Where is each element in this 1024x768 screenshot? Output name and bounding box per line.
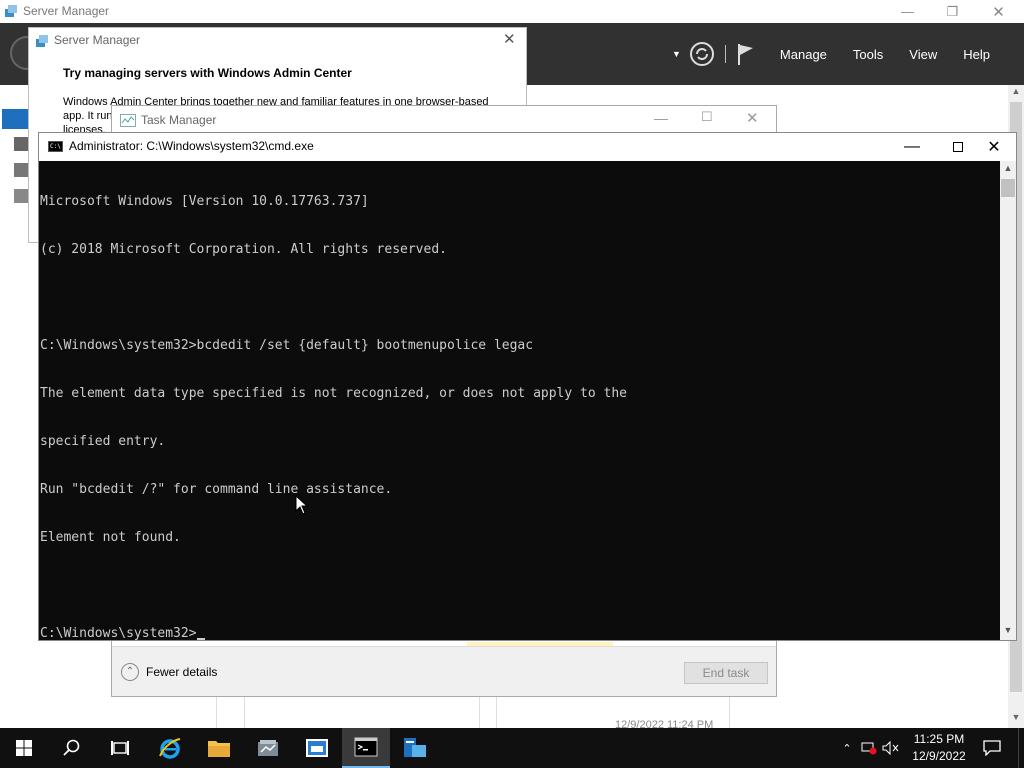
internet-explorer-icon — [159, 738, 181, 759]
popup-close-icon[interactable]: ✕ — [503, 30, 516, 48]
windows-logo-icon — [16, 740, 32, 756]
action-center-button[interactable] — [980, 728, 1004, 768]
console-line: specified entry. — [40, 434, 166, 449]
server-manager-title: Server Manager — [23, 4, 110, 18]
console-line: Run "bcdedit /?" for command line assist… — [40, 482, 393, 497]
fewer-details-link[interactable]: Fewer details — [146, 665, 217, 679]
cmd-vertical-scrollbar[interactable]: ▲ ▼ — [1000, 161, 1016, 640]
clock-date: 12/9/2022 — [912, 749, 966, 763]
popup-title: Server Manager — [54, 33, 141, 47]
task-manager-footer: ⌃ Fewer details End task — [112, 646, 776, 696]
scroll-up-arrow-icon[interactable]: ▲ — [1008, 86, 1024, 100]
scroll-down-arrow-icon[interactable]: ▼ — [1000, 625, 1016, 635]
search-icon — [63, 739, 80, 756]
chevron-up-icon[interactable]: ⌃ — [121, 663, 139, 681]
console-line: Element not found. — [40, 530, 181, 545]
tm-close-icon[interactable]: ✕ — [746, 109, 759, 127]
scroll-down-arrow-icon[interactable]: ▼ — [1008, 712, 1024, 726]
dropdown-arrow-icon[interactable]: ▼ — [672, 49, 681, 59]
start-button[interactable] — [0, 728, 48, 768]
console-prompt: C:\Windows\system32> — [40, 626, 197, 640]
system-tray: ⌃ — [836, 728, 902, 768]
popup-heading: Try managing servers with Windows Admin … — [63, 66, 352, 80]
cmd-titlebar[interactable]: C:\ Administrator: C:\Windows\system32\c… — [39, 133, 1016, 161]
sm-close-button[interactable]: ✕ — [976, 0, 1021, 23]
folder-icon — [208, 741, 230, 757]
task-manager-taskbar-button[interactable] — [293, 728, 341, 768]
task-manager-icon — [120, 114, 136, 127]
cmd-taskbar-button[interactable] — [342, 728, 390, 768]
server-manager-titlebar[interactable]: Server Manager — ❐ ✕ — [0, 0, 1024, 23]
console-prompt-line[interactable]: C:\Windows\system32> — [40, 626, 1000, 640]
mouse-pointer-icon — [295, 495, 309, 515]
task-manager-app-icon — [306, 739, 328, 757]
tm-maximize-icon[interactable]: ☐ — [701, 109, 713, 125]
console-line: The element data type specified is not r… — [40, 386, 627, 401]
search-button[interactable] — [48, 728, 96, 768]
cmd-console[interactable]: Microsoft Windows [Version 10.0.17763.73… — [39, 161, 1000, 640]
notification-icon — [983, 740, 1001, 756]
text-cursor — [196, 638, 205, 640]
server-manager-nav — [0, 105, 30, 245]
nav-dashboard-icon[interactable] — [2, 109, 30, 129]
menu-view[interactable]: View — [909, 47, 937, 62]
task-manager-title: Task Manager — [141, 113, 217, 127]
console-line: (c) 2018 Microsoft Corporation. All righ… — [40, 242, 447, 257]
server-manager-icon — [36, 35, 48, 47]
show-desktop-button[interactable] — [1018, 728, 1024, 768]
task-view-icon — [111, 741, 129, 755]
network-error-icon[interactable] — [858, 728, 880, 768]
console-line: Microsoft Windows [Version 10.0.17763.73… — [40, 194, 369, 209]
file-explorer-taskbar-button[interactable] — [195, 728, 243, 768]
menu-help[interactable]: Help — [963, 47, 990, 62]
cmd-app-icon — [354, 737, 378, 757]
scroll-up-arrow-icon[interactable]: ▲ — [1000, 163, 1016, 173]
chevron-up-icon[interactable]: ⌃ — [836, 728, 858, 768]
tm-minimize-icon[interactable]: — — [654, 110, 668, 126]
cmd-minimize-button[interactable]: — — [889, 133, 935, 161]
server-manager-toolbar: ▼ Manage Tools View Help — [672, 38, 1000, 70]
menu-manage[interactable]: Manage — [780, 47, 827, 62]
cmd-icon: C:\ — [48, 141, 63, 152]
task-view-button[interactable] — [96, 728, 144, 768]
console-line: C:\Windows\system32>bcdedit /set {defaul… — [40, 338, 534, 353]
refresh-icon[interactable] — [689, 41, 715, 67]
cmd-window: C:\ Administrator: C:\Windows\system32\c… — [38, 132, 1017, 641]
sm-minimize-button[interactable]: — — [885, 0, 930, 23]
sm-restore-button[interactable]: ❐ — [930, 0, 975, 23]
server-manager-app-icon — [404, 738, 426, 757]
taskbar: ⌃ 11:25 PM 12/9/2022 — [0, 728, 1024, 768]
maximize-icon — [953, 142, 963, 152]
cmd-scroll-thumb[interactable] — [1001, 179, 1015, 197]
server-manager-icon — [5, 5, 17, 17]
server-manager-2-taskbar-button[interactable] — [391, 728, 439, 768]
server-manager-app-icon — [258, 740, 278, 756]
system-clock[interactable]: 11:25 PM 12/9/2022 — [902, 731, 976, 765]
menu-tools[interactable]: Tools — [853, 47, 883, 62]
internet-explorer-taskbar-button[interactable] — [146, 728, 194, 768]
server-manager-taskbar-button[interactable] — [244, 728, 292, 768]
clock-time: 11:25 PM — [913, 732, 965, 746]
sm-tile — [244, 692, 480, 728]
notifications-flag-icon[interactable] — [736, 42, 756, 66]
cmd-title: Administrator: C:\Windows\system32\cmd.e… — [69, 139, 314, 153]
toolbar-separator — [724, 45, 726, 63]
cmd-close-button[interactable]: ✕ — [971, 133, 1017, 161]
end-task-button[interactable]: End task — [684, 662, 768, 684]
volume-muted-icon[interactable] — [880, 728, 902, 768]
